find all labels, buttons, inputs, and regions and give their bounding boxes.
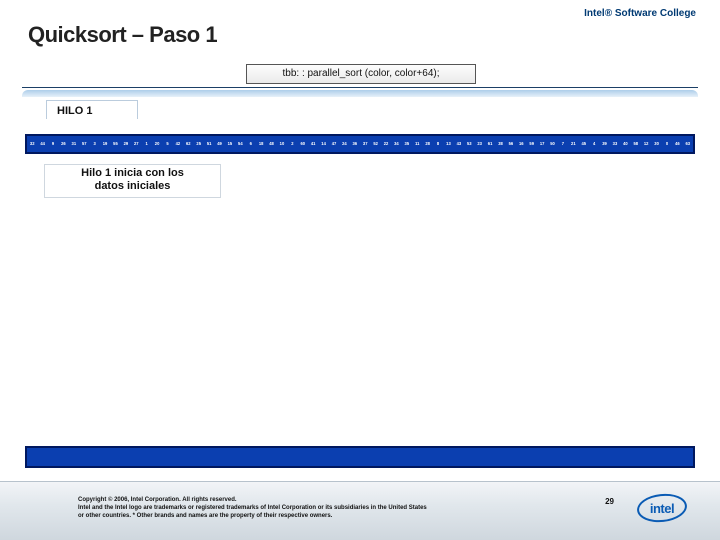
data-cell: 21	[568, 136, 578, 152]
data-cell: 3	[89, 136, 99, 152]
data-cell: 13	[443, 136, 453, 152]
empty-data-row	[25, 446, 695, 468]
data-cell: 41	[308, 136, 318, 152]
data-cell: 60	[298, 136, 308, 152]
data-cell: 18	[256, 136, 266, 152]
footer-bar: Copyright © 2006, Intel Corporation. All…	[0, 481, 720, 540]
data-cell: 9	[48, 136, 58, 152]
data-cell: 23	[474, 136, 484, 152]
data-cell: 12	[641, 136, 651, 152]
data-cell: 45	[579, 136, 589, 152]
copyright-line-1: Copyright © 2006, Intel Corporation. All…	[78, 497, 237, 503]
data-cell: 59	[527, 136, 537, 152]
intel-logo: intel	[638, 494, 686, 522]
data-cell: 47	[329, 136, 339, 152]
data-cell: 1	[141, 136, 151, 152]
data-cell: 4	[589, 136, 599, 152]
data-cell: 32	[27, 136, 37, 152]
data-cell: 35	[402, 136, 412, 152]
data-cell: 5	[162, 136, 172, 152]
data-cell: 24	[339, 136, 349, 152]
data-cell: 42	[173, 136, 183, 152]
data-cell: 51	[204, 136, 214, 152]
data-cell: 27	[131, 136, 141, 152]
data-cell: 62	[183, 136, 193, 152]
data-cell: 37	[360, 136, 370, 152]
data-row: 3244926315731955292712054262255149155461…	[25, 134, 695, 154]
data-cell: 30	[651, 136, 661, 152]
data-cell: 46	[672, 136, 682, 152]
data-cell: 16	[516, 136, 526, 152]
data-cell: 14	[318, 136, 328, 152]
code-snippet: tbb: : parallel_sort (color, color+64);	[246, 64, 476, 84]
data-cell: 53	[464, 136, 474, 152]
copyright-line-3: or other countries. * Other brands and n…	[78, 513, 332, 519]
data-cell: 43	[454, 136, 464, 152]
data-cell: 39	[599, 136, 609, 152]
data-cell: 33	[610, 136, 620, 152]
data-cell: 40	[620, 136, 630, 152]
data-cell: 11	[412, 136, 422, 152]
copyright-text: Copyright © 2006, Intel Corporation. All…	[78, 496, 600, 520]
data-cell: 26	[58, 136, 68, 152]
data-cell: 58	[631, 136, 641, 152]
data-cell: 20	[152, 136, 162, 152]
data-cell: 34	[391, 136, 401, 152]
data-cell: 8	[433, 136, 443, 152]
slide-number: 29	[605, 497, 614, 506]
caption-line-1: Hilo 1 inicia con los	[81, 167, 184, 179]
slide-title: Quicksort – Paso 1	[28, 22, 217, 48]
copyright-line-2: Intel and the Intel logo are trademarks …	[78, 505, 427, 511]
data-cell: 55	[110, 136, 120, 152]
caption-line-2: datos iniciales	[95, 180, 171, 192]
data-cell: 44	[37, 136, 47, 152]
data-cell: 61	[485, 136, 495, 152]
slide: Intel® Software College Quicksort – Paso…	[0, 0, 720, 540]
caption-box: Hilo 1 inicia con los datos iniciales	[44, 164, 221, 198]
data-cell: 52	[370, 136, 380, 152]
data-cell: 38	[495, 136, 505, 152]
data-cell: 0	[662, 136, 672, 152]
data-cell: 56	[506, 136, 516, 152]
data-cell: 36	[350, 136, 360, 152]
data-cell: 48	[266, 136, 276, 152]
data-cell: 57	[79, 136, 89, 152]
data-cell: 19	[100, 136, 110, 152]
data-cell: 49	[214, 136, 224, 152]
data-cell: 29	[121, 136, 131, 152]
data-cell: 31	[69, 136, 79, 152]
thread-label: HILO 1	[46, 100, 138, 119]
brand-header: Intel® Software College	[584, 8, 696, 19]
data-cell: 15	[225, 136, 235, 152]
data-cell: 63	[683, 136, 693, 152]
data-cell: 6	[246, 136, 256, 152]
data-cell: 2	[287, 136, 297, 152]
data-cell: 22	[381, 136, 391, 152]
data-cell: 7	[558, 136, 568, 152]
data-cell: 10	[277, 136, 287, 152]
data-cell: 17	[537, 136, 547, 152]
data-cell: 25	[194, 136, 204, 152]
data-cell: 50	[547, 136, 557, 152]
data-cell: 28	[422, 136, 432, 152]
intel-logo-text: intel	[650, 501, 674, 516]
data-cell: 54	[235, 136, 245, 152]
